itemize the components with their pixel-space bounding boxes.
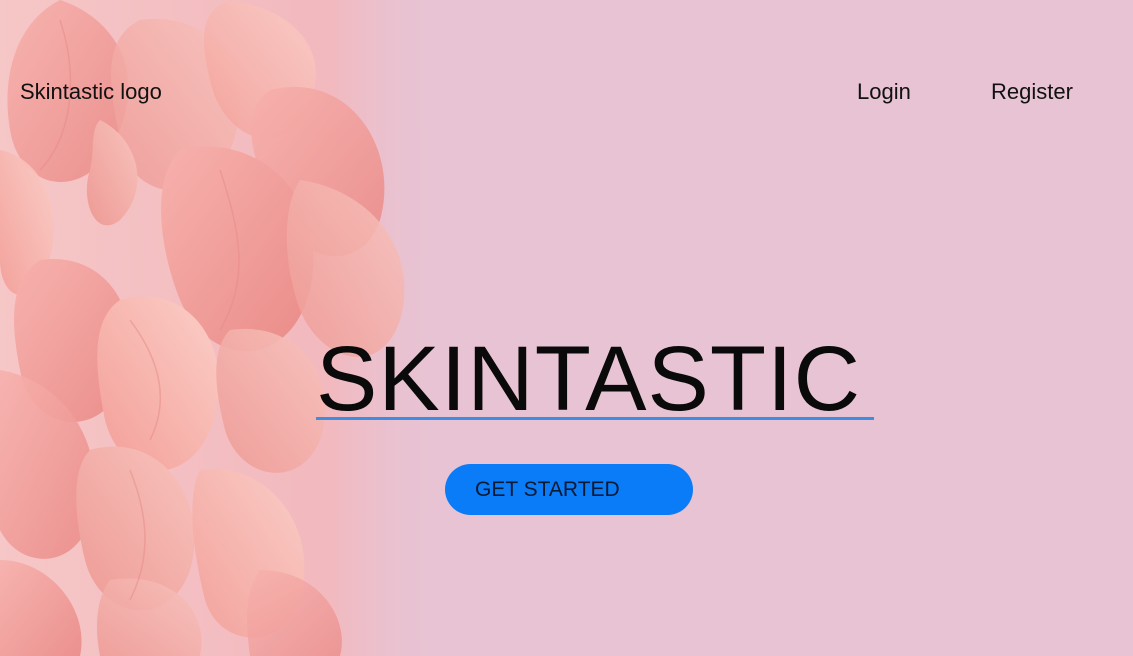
hero-title-underline	[316, 417, 874, 420]
hero-title: SKINTASTIC	[316, 328, 862, 430]
logo-text[interactable]: Skintastic logo	[20, 79, 162, 105]
register-link[interactable]: Register	[991, 79, 1073, 105]
login-link[interactable]: Login	[857, 79, 911, 105]
get-started-button[interactable]: GET STARTED	[445, 464, 693, 515]
